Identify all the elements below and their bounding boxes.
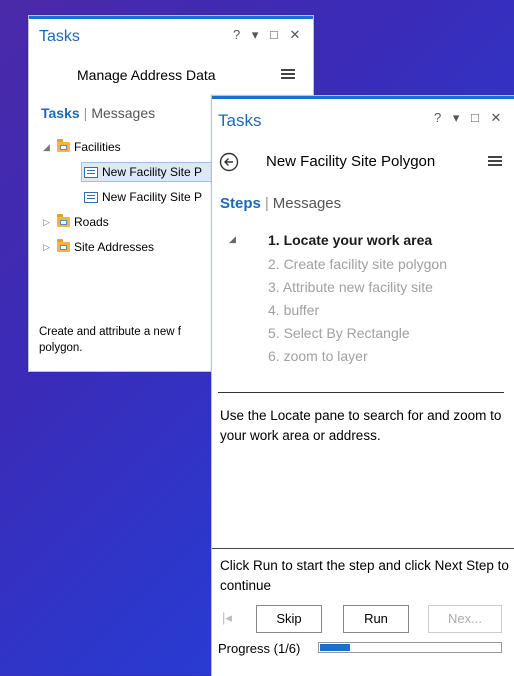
step-item[interactable]: 6. zoom to layer <box>268 348 368 364</box>
pane-tabs: Steps | Messages <box>220 195 341 212</box>
progress-bar <box>318 642 502 653</box>
tree-item-facilities[interactable]: ◢ Facilities <box>43 139 121 154</box>
pane-top-stripe <box>212 96 514 99</box>
pane-tabs: Tasks | Messages <box>41 105 155 121</box>
tree-item-site-addresses[interactable]: ▷ Site Addresses <box>43 239 155 254</box>
skip-button[interactable]: Skip <box>256 605 322 633</box>
back-arrow-icon <box>219 152 239 172</box>
pane-header: New Facility Site Polygon <box>266 153 436 170</box>
run-hint: Click Run to start the step and click Ne… <box>220 558 509 593</box>
options-dropdown-icon[interactable]: ▾ <box>252 27 261 43</box>
close-icon[interactable]: ✕ <box>491 110 504 126</box>
tab-messages[interactable]: Messages <box>273 195 341 212</box>
pane-title: Tasks <box>39 28 80 45</box>
tab-tasks[interactable]: Tasks <box>41 105 80 121</box>
help-icon[interactable]: ? <box>434 110 443 125</box>
task-description-line: polygon. <box>39 342 83 354</box>
tree-item-label: Site Addresses <box>74 240 155 254</box>
step-item-active[interactable]: 1. Locate your work area <box>268 232 432 248</box>
close-icon[interactable]: ✕ <box>290 27 303 43</box>
step-instruction: Use the Locate pane to search for and zo… <box>220 408 502 443</box>
task-group-folder-icon <box>57 214 70 227</box>
divider <box>218 392 504 393</box>
expand-caret-icon[interactable]: ◢ <box>43 142 53 153</box>
task-icon <box>84 191 98 203</box>
options-dropdown-icon[interactable]: ▾ <box>453 110 462 126</box>
step-item[interactable]: 4. buffer <box>268 302 319 318</box>
next-step-button[interactable]: Nex... <box>428 605 502 633</box>
tab-separator: | <box>264 195 269 212</box>
step-item[interactable]: 3. Attribute new facility site <box>268 279 433 295</box>
collapse-caret-icon[interactable]: ▷ <box>43 217 53 228</box>
step-item[interactable]: 2. Create facility site polygon <box>268 256 447 272</box>
pane-top-stripe <box>29 16 313 19</box>
tree-item-label: New Facility Site P <box>102 190 203 204</box>
pane-title: Tasks <box>218 111 262 130</box>
back-button[interactable] <box>219 152 239 172</box>
tasks-pane-front: Tasks ? ▾ □ ✕ New Facility Site Polygon … <box>211 95 514 676</box>
pane-header: Manage Address Data <box>77 67 216 83</box>
tab-separator: | <box>83 105 88 121</box>
window-controls: ? ▾ □ ✕ <box>229 27 302 43</box>
tab-steps[interactable]: Steps <box>220 195 261 212</box>
tree-item-label: Roads <box>74 215 109 229</box>
step-item[interactable]: 5. Select By Rectangle <box>268 325 410 341</box>
window-controls: ? ▾ □ ✕ <box>430 110 503 126</box>
task-icon <box>84 166 98 178</box>
tree-item-label: Facilities <box>74 140 121 154</box>
tree-item-roads[interactable]: ▷ Roads <box>43 214 109 229</box>
task-group-folder-icon <box>57 239 70 252</box>
progress-fill <box>320 644 350 651</box>
tree-item-label: New Facility Site P <box>102 165 203 179</box>
maximize-icon[interactable]: □ <box>270 27 280 42</box>
run-button[interactable]: Run <box>343 605 409 633</box>
progress-label: Progress (1/6) <box>218 641 301 656</box>
collapse-caret-icon[interactable]: ▷ <box>43 242 53 253</box>
menu-icon[interactable] <box>488 154 502 168</box>
first-step-icon[interactable]: |◂ <box>222 610 232 626</box>
menu-icon[interactable] <box>281 67 295 81</box>
maximize-icon[interactable]: □ <box>471 110 481 125</box>
tree-item-task[interactable]: New Facility Site P <box>84 190 202 204</box>
tab-messages[interactable]: Messages <box>91 105 155 121</box>
divider <box>212 548 514 549</box>
help-icon[interactable]: ? <box>233 27 242 42</box>
task-description: Create and attribute a new f polygon. <box>39 324 181 356</box>
expand-caret-icon[interactable]: ◢ <box>229 234 236 245</box>
task-description-line: Create and attribute a new f <box>39 326 181 338</box>
task-group-folder-icon <box>57 139 70 152</box>
